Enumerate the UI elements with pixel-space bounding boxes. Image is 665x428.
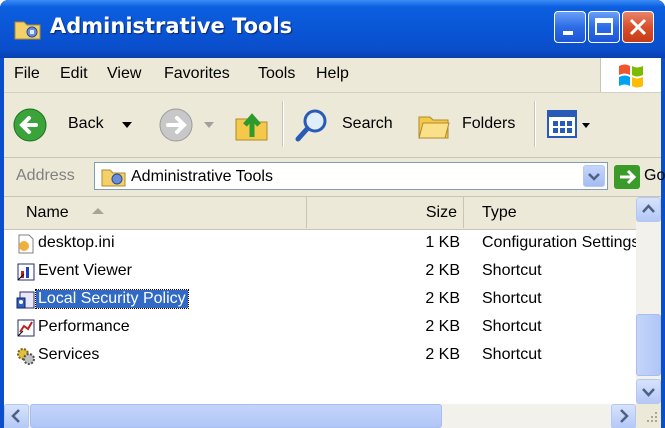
- folders-icon: [418, 116, 450, 139]
- scroll-down-button[interactable]: [636, 379, 661, 404]
- chevron-left-icon: [11, 409, 20, 423]
- address-bar: Address Administrative Tools Go: [4, 158, 665, 197]
- explorer-window: Administrative Tools File Edit View Favo…: [0, 0, 665, 428]
- event-viewer-icon: [17, 263, 35, 281]
- file-type: Configuration Settings: [482, 234, 636, 251]
- address-value: Administrative Tools: [131, 168, 273, 185]
- menu-file[interactable]: File: [14, 65, 40, 83]
- file-type: Shortcut: [482, 346, 542, 363]
- back-dropdown-icon[interactable]: [122, 122, 132, 130]
- search-icon: [295, 109, 327, 142]
- search-button[interactable]: Search: [292, 103, 402, 145]
- file-size: 2 KB: [425, 318, 460, 335]
- vertical-scrollbar[interactable]: [636, 197, 661, 404]
- sort-ascending-icon: [92, 208, 104, 214]
- list-item-selected[interactable]: Local Security Policy 2 KB Shortcut: [4, 286, 636, 314]
- back-button[interactable]: Back: [10, 103, 152, 145]
- file-name: Performance: [38, 318, 130, 335]
- file-type: Shortcut: [482, 262, 542, 279]
- menu-favorites[interactable]: Favorites: [164, 65, 230, 83]
- back-label: Back: [68, 115, 104, 132]
- window-client-area: File Edit View Favorites Tools Help Back…: [4, 58, 665, 428]
- scroll-up-button[interactable]: [636, 197, 661, 222]
- list-item[interactable]: desktop.ini 1 KB Configuration Settings: [4, 230, 636, 258]
- address-dropdown-button[interactable]: [583, 165, 605, 187]
- security-policy-icon: [16, 291, 35, 309]
- admin-tools-folder-icon: [14, 21, 41, 40]
- file-type: Shortcut: [482, 290, 542, 307]
- address-input[interactable]: Administrative Tools: [94, 162, 608, 190]
- chevron-right-icon: [620, 409, 629, 423]
- views-button[interactable]: [544, 105, 604, 145]
- forward-dropdown-icon: [204, 122, 214, 128]
- resize-grip-icon: [647, 412, 657, 422]
- menu-edit[interactable]: Edit: [60, 65, 88, 83]
- chevron-down-icon: [642, 388, 655, 397]
- back-arrow-icon: [13, 108, 47, 142]
- admin-tools-folder-icon: [101, 169, 126, 187]
- menu-bar: File Edit View Favorites Tools Help: [4, 58, 661, 93]
- file-size: 2 KB: [425, 346, 460, 363]
- ini-file-icon: [18, 234, 34, 254]
- close-button[interactable]: [622, 11, 654, 43]
- scroll-right-button[interactable]: [611, 404, 636, 428]
- column-header-size[interactable]: Size: [307, 197, 464, 228]
- size-grip[interactable]: [636, 404, 661, 428]
- go-button[interactable]: Go: [614, 164, 665, 192]
- column-name-label: Name: [26, 204, 69, 221]
- minimize-icon: [563, 31, 573, 35]
- horizontal-scroll-thumb[interactable]: [30, 404, 442, 428]
- title-bar[interactable]: Administrative Tools: [0, 0, 665, 58]
- list-header: Name Size Type: [4, 197, 636, 230]
- search-label: Search: [342, 115, 393, 132]
- standard-toolbar: Back Search Folders: [4, 93, 661, 158]
- menu-view[interactable]: View: [107, 65, 141, 83]
- file-size: 1 KB: [425, 234, 460, 251]
- toolbar-separator: [282, 101, 284, 147]
- column-type-label: Type: [482, 204, 517, 221]
- go-label: Go: [644, 167, 665, 184]
- file-name: Local Security Policy: [35, 289, 189, 309]
- scroll-left-button[interactable]: [4, 404, 29, 428]
- close-icon: [629, 18, 647, 36]
- horizontal-scrollbar[interactable]: [4, 404, 636, 428]
- performance-icon: [17, 319, 35, 337]
- chevron-up-icon: [642, 204, 655, 213]
- file-name: Services: [38, 346, 100, 363]
- services-icon: [17, 348, 35, 365]
- file-name: desktop.ini: [38, 234, 115, 251]
- list-item[interactable]: Services 2 KB Shortcut: [4, 342, 636, 370]
- address-label: Address: [16, 167, 75, 184]
- go-arrow-icon: [614, 165, 640, 189]
- up-folder-icon: [235, 113, 268, 141]
- menu-help[interactable]: Help: [316, 65, 349, 83]
- file-size: 2 KB: [425, 290, 460, 307]
- maximize-icon: [595, 18, 613, 35]
- vertical-scroll-thumb[interactable]: [636, 314, 661, 376]
- up-folder-button[interactable]: [232, 105, 274, 145]
- column-header-type[interactable]: Type: [464, 197, 636, 228]
- list-item[interactable]: Event Viewer 2 KB Shortcut: [4, 258, 636, 286]
- forward-button[interactable]: [154, 105, 214, 145]
- column-header-name[interactable]: Name: [4, 197, 307, 228]
- windows-flag-icon: [619, 64, 643, 88]
- maximize-button[interactable]: [588, 11, 620, 43]
- forward-arrow-icon: [159, 108, 193, 142]
- menu-tools[interactable]: Tools: [258, 65, 295, 83]
- toolbar-separator: [534, 101, 536, 147]
- file-size: 2 KB: [425, 262, 460, 279]
- file-name: Event Viewer: [38, 262, 132, 279]
- windows-logo: [600, 58, 661, 92]
- views-icon: [547, 110, 590, 138]
- folders-button[interactable]: Folders: [414, 103, 530, 145]
- list-item[interactable]: Performance 2 KB Shortcut: [4, 314, 636, 342]
- folders-label: Folders: [462, 115, 516, 132]
- file-list[interactable]: Name Size Type desktop.ini 1 KB Configur…: [4, 197, 661, 428]
- column-size-label: Size: [425, 204, 457, 221]
- minimize-button[interactable]: [554, 11, 586, 43]
- chevron-down-icon: [588, 173, 600, 181]
- file-type: Shortcut: [482, 318, 542, 335]
- window-frame-right: [661, 58, 665, 428]
- window-title: Administrative Tools: [50, 14, 293, 38]
